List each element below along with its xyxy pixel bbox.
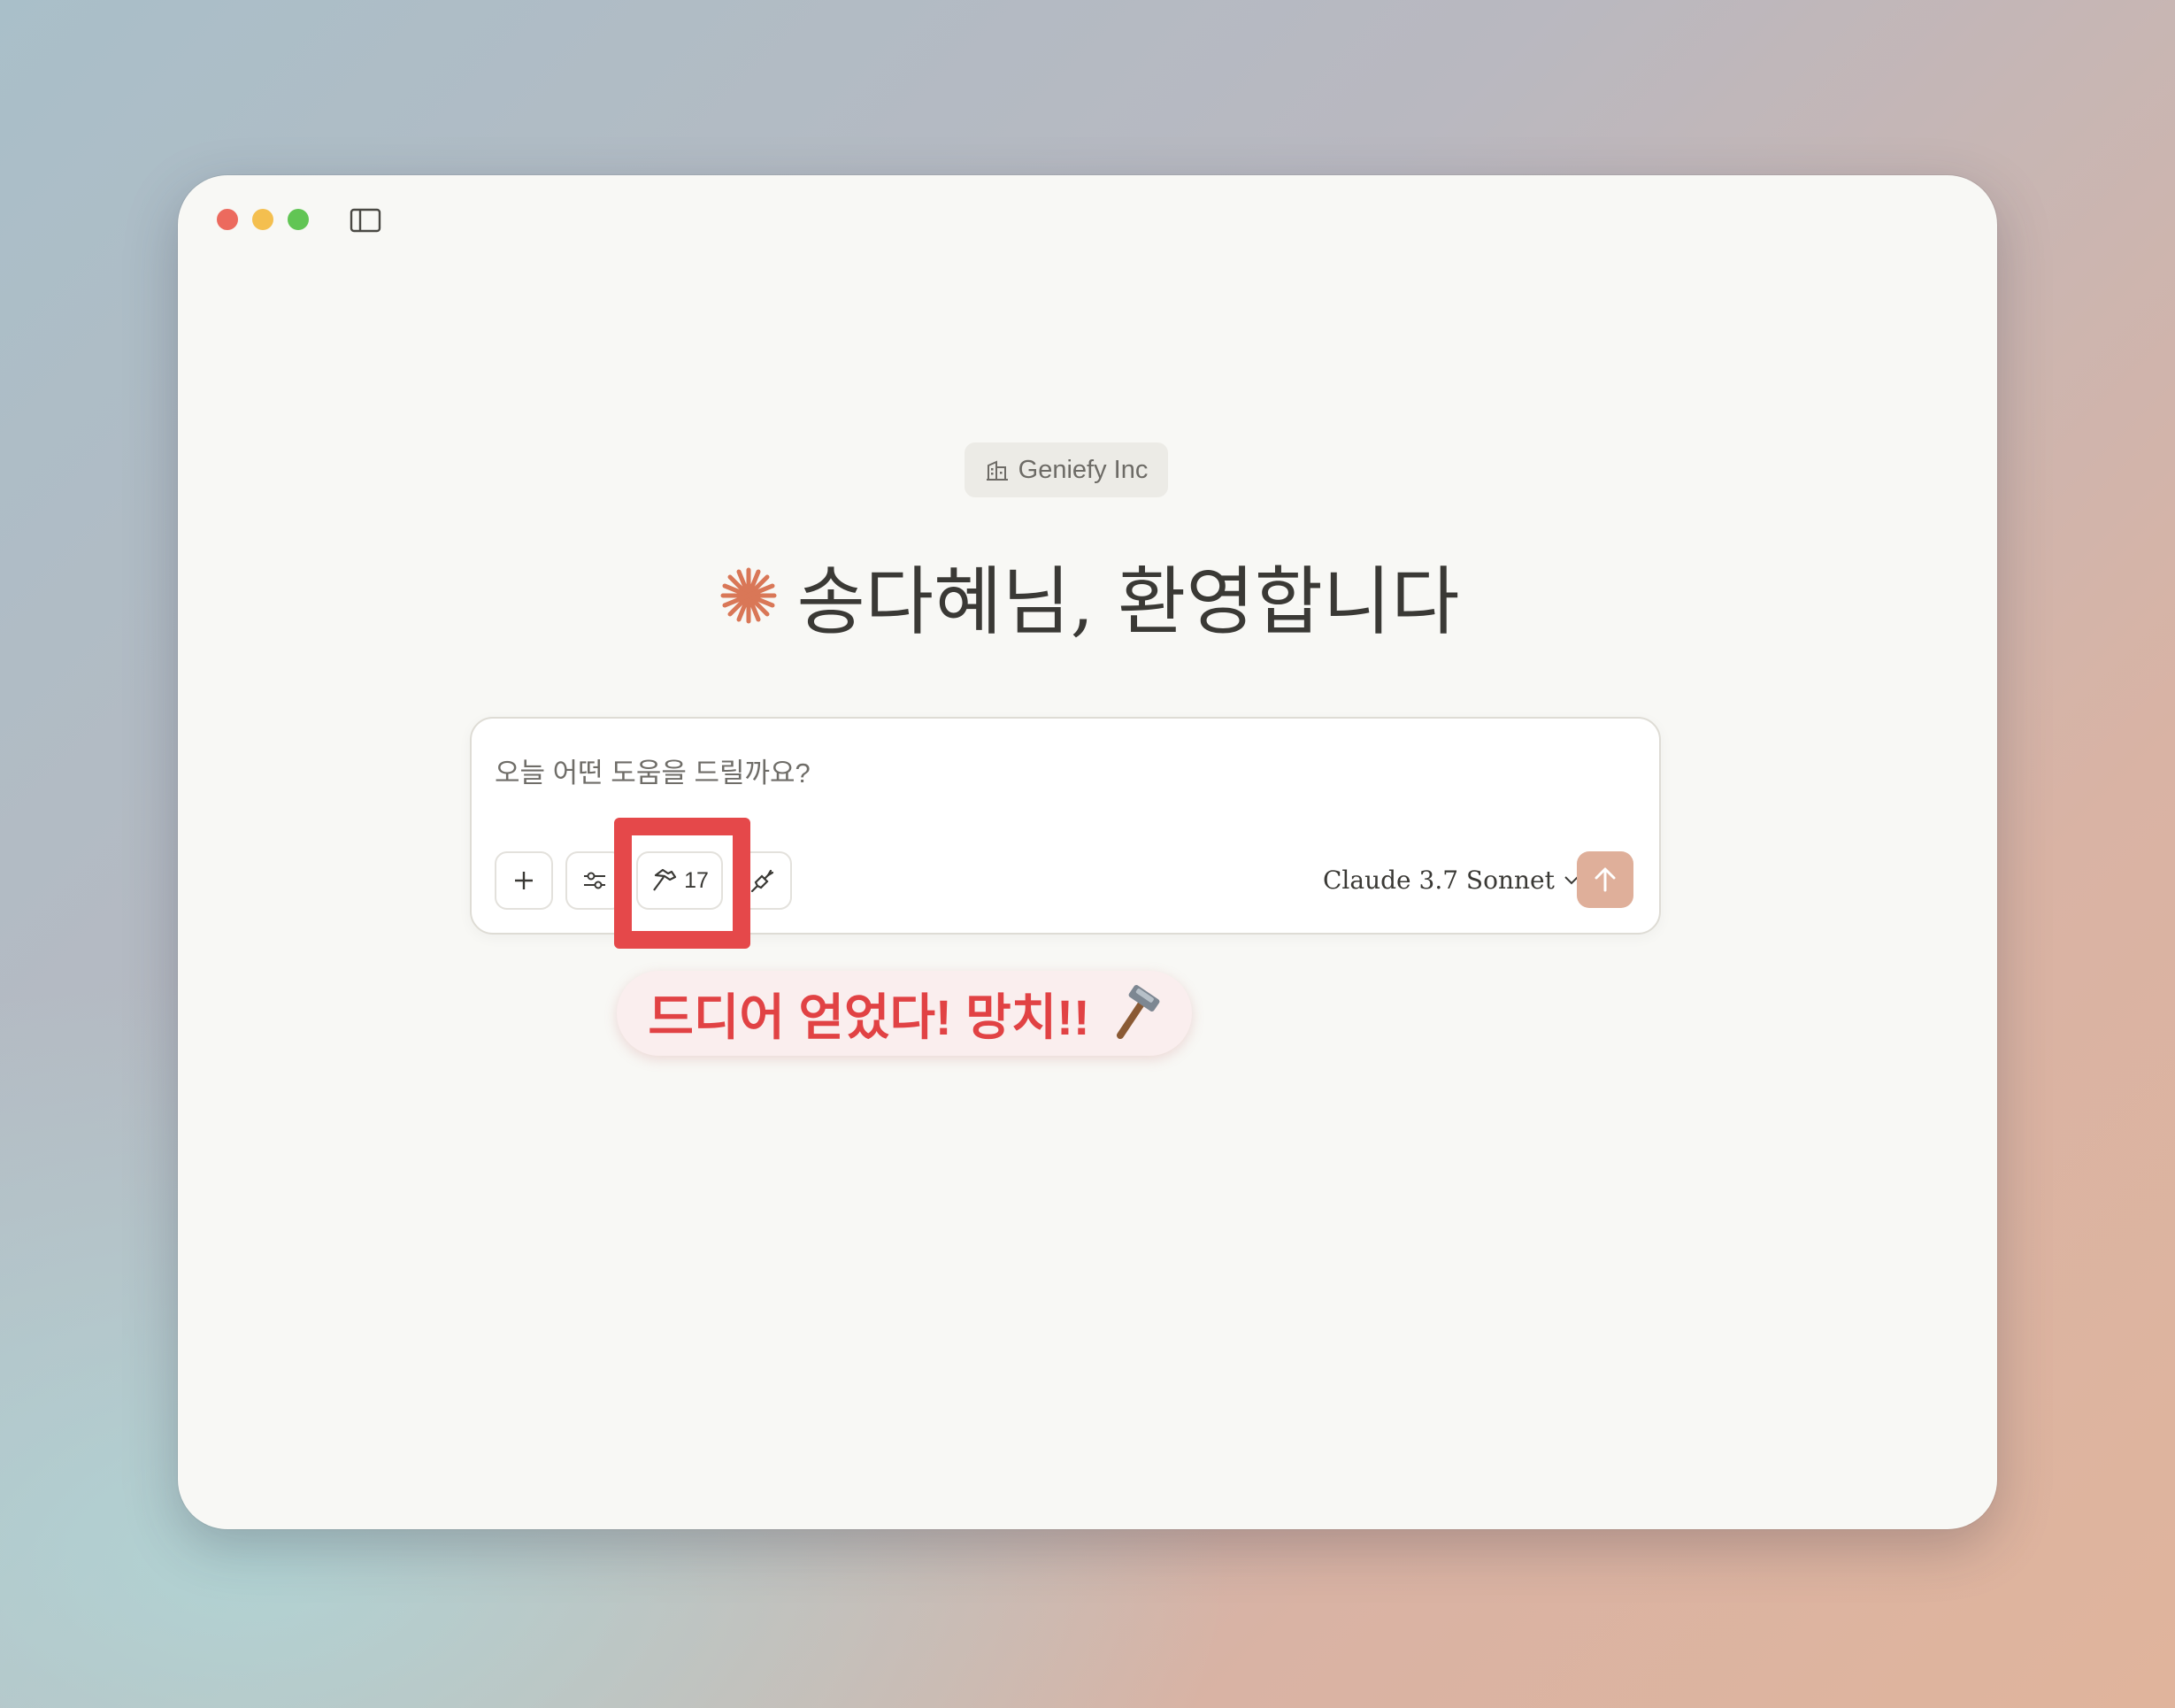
hammer-emoji-icon — [1116, 985, 1160, 1039]
arrow-up-icon — [1595, 867, 1616, 892]
maximize-window-button[interactable] — [288, 209, 309, 230]
annotation-highlight-box — [614, 818, 750, 949]
model-name: Claude 3.7 Sonnet — [1323, 865, 1555, 895]
minimize-window-button[interactable] — [252, 209, 273, 230]
window-controls — [217, 209, 309, 230]
close-window-button[interactable] — [217, 209, 238, 230]
welcome-heading: 송다혜님, 환영합니다 — [691, 547, 1487, 645]
send-button[interactable] — [1577, 851, 1633, 908]
model-selector[interactable]: Claude 3.7 Sonnet — [1323, 860, 1579, 899]
building-icon — [986, 460, 1008, 481]
app-window: Geniefy Inc 송다혜님, 환영합니다 오늘 어떤 도움을 드릴까요? — [178, 175, 1997, 1529]
sidebar-toggle-icon[interactable] — [350, 207, 381, 234]
organization-badge[interactable]: Geniefy Inc — [965, 442, 1168, 497]
add-attachment-button[interactable] — [495, 851, 553, 910]
message-input[interactable]: 오늘 어떤 도움을 드릴까요? — [495, 750, 1468, 793]
plug-icon — [750, 869, 774, 893]
welcome-text: 송다혜님, 환영합니다 — [796, 558, 1460, 645]
claude-spark-icon — [720, 567, 777, 624]
annotation-text: 드디어 얻었다! 망치!! — [648, 989, 1090, 1045]
sliders-icon — [584, 872, 605, 889]
plus-icon — [515, 872, 533, 889]
annotation-callout: 드디어 얻었다! 망치!! — [617, 971, 1192, 1056]
organization-name: Geniefy Inc — [1018, 455, 1149, 484]
